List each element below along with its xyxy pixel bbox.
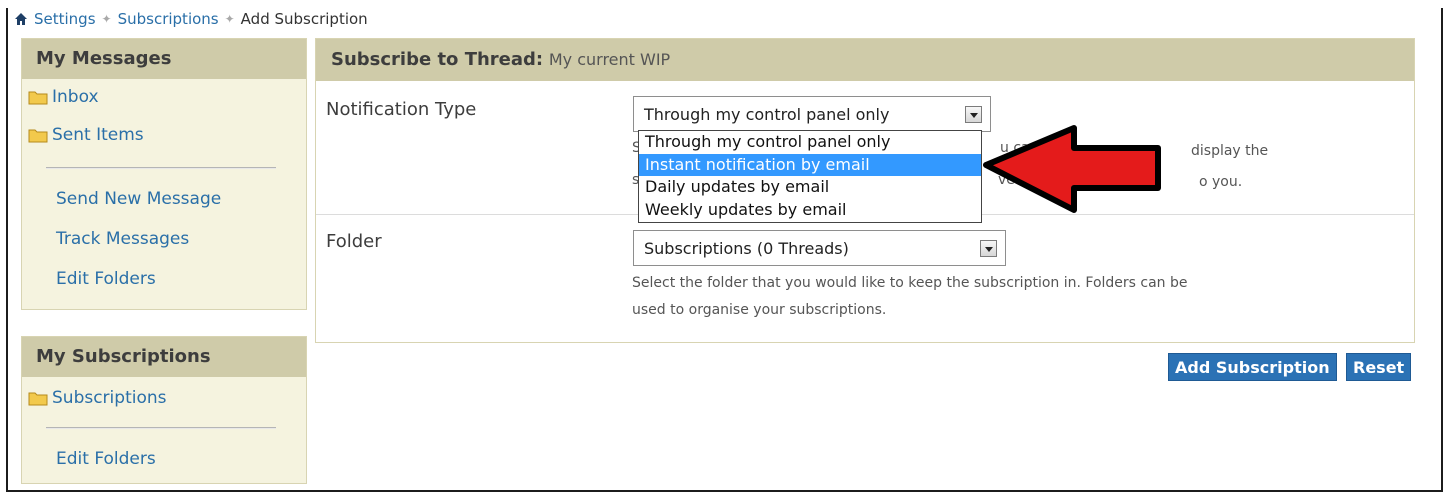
notification-type-value: Through my control panel only: [644, 105, 890, 124]
dropdown-option-instant-email[interactable]: Instant notification by email: [639, 153, 981, 176]
dropdown-option-weekly-email[interactable]: Weekly updates by email: [639, 199, 981, 222]
breadcrumb: Settings ✦ Subscriptions ✦ Add Subscript…: [14, 10, 368, 28]
sidebar-item-inbox[interactable]: Inbox: [22, 79, 306, 115]
my-subscriptions-panel: My Subscriptions Subscriptions Edit Fold…: [21, 336, 307, 484]
folder-value: Subscriptions (0 Threads): [644, 239, 849, 258]
sidebar-item-label: Sent Items: [52, 125, 144, 145]
notification-type-dropdown: Through my control panel only Instant no…: [638, 130, 982, 223]
breadcrumb-separator-icon: ✦: [101, 12, 112, 26]
notification-help-fragment: display the: [1191, 143, 1269, 159]
add-subscription-button[interactable]: Add Subscription: [1168, 353, 1337, 381]
folder-icon: [28, 91, 48, 105]
edit-folders-link[interactable]: Edit Folders: [22, 259, 306, 299]
breadcrumb-subscriptions[interactable]: Subscriptions: [118, 10, 219, 28]
sidebar-item-label: Inbox: [52, 87, 99, 107]
folder-icon: [28, 129, 48, 143]
dropdown-option-control-panel[interactable]: Through my control panel only: [639, 131, 981, 154]
chevron-down-icon[interactable]: [965, 106, 982, 123]
folder-select[interactable]: Subscriptions (0 Threads): [633, 230, 1006, 266]
sidebar-item-subscriptions[interactable]: Subscriptions: [22, 377, 306, 419]
dropdown-option-daily-email[interactable]: Daily updates by email: [639, 176, 981, 199]
panel-title: Subscribe to Thread: [331, 49, 536, 70]
thread-name: My current WIP: [548, 50, 671, 69]
breadcrumb-settings[interactable]: Settings: [34, 10, 96, 28]
sidebar-divider: [46, 427, 276, 429]
sidebar-divider: [46, 167, 276, 169]
folder-help-line-2: used to organise your subscriptions.: [632, 302, 887, 318]
track-messages-link[interactable]: Track Messages: [22, 219, 306, 259]
folder-label: Folder: [326, 231, 382, 252]
chevron-down-icon[interactable]: [980, 240, 997, 257]
send-new-message-link[interactable]: Send New Message: [22, 179, 306, 219]
my-messages-panel: My Messages Inbox Sent Items Send New Me…: [21, 38, 307, 310]
notification-type-select[interactable]: Through my control panel only: [633, 96, 991, 132]
breadcrumb-separator-icon: ✦: [224, 12, 235, 26]
my-messages-title: My Messages: [22, 39, 306, 79]
notification-help-fragment: o you.: [1199, 174, 1243, 190]
notification-type-label: Notification Type: [326, 99, 477, 120]
panel-title-separator: :: [535, 49, 544, 70]
folder-help-line-1: Select the folder that you would like to…: [632, 275, 1188, 291]
home-icon[interactable]: [14, 12, 28, 26]
breadcrumb-current: Add Subscription: [240, 10, 368, 28]
edit-folders-link[interactable]: Edit Folders: [22, 439, 306, 479]
panel-header: Subscribe to Thread: My current WIP: [316, 39, 1414, 81]
sidebar-item-label: Subscriptions: [52, 388, 167, 408]
my-subscriptions-title: My Subscriptions: [22, 337, 306, 377]
red-arrow-icon: [983, 125, 1161, 213]
reset-button[interactable]: Reset: [1346, 353, 1412, 381]
folder-icon: [28, 392, 48, 406]
sidebar-item-sent-items[interactable]: Sent Items: [22, 115, 306, 155]
